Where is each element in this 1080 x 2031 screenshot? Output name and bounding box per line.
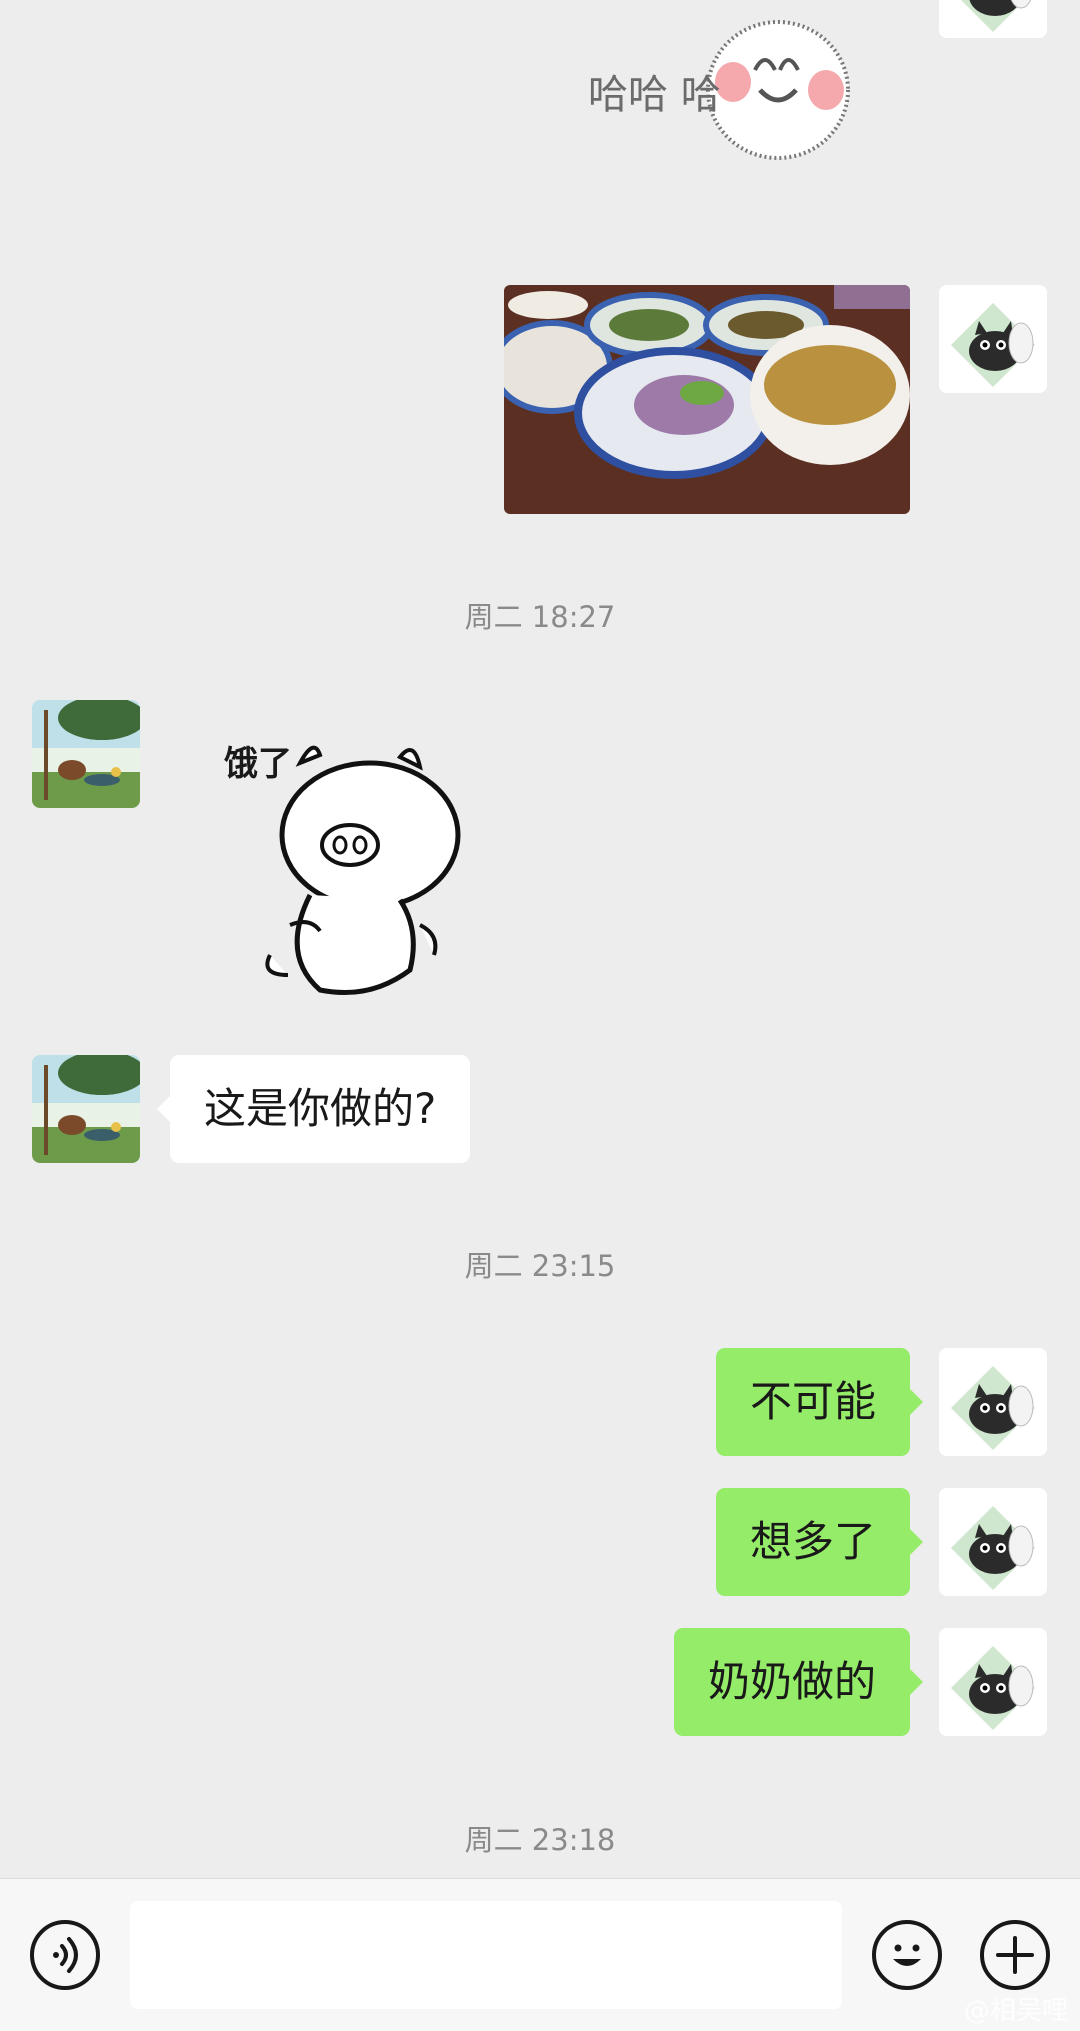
plus-icon [996, 1936, 1034, 1974]
emoji-button[interactable] [872, 1920, 942, 1990]
self-avatar[interactable] [939, 1348, 1047, 1456]
self-avatar[interactable] [939, 1628, 1047, 1736]
timestamp: 周二 18:27 [464, 600, 616, 634]
voice-input-button[interactable] [30, 1920, 100, 1990]
emoji-icon [893, 1944, 921, 1966]
self-avatar[interactable] [939, 285, 1047, 393]
laughing-sticker[interactable]: 哈哈 哈 [580, 10, 910, 180]
voice-icon [53, 1937, 78, 1973]
message-bubble-outgoing[interactable]: 想多了 [715, 1488, 924, 1596]
sticker-text: 饿了 [224, 744, 292, 784]
contact-avatar[interactable] [32, 700, 140, 808]
timestamp: 周二 23:15 [464, 1249, 616, 1283]
pig-sticker[interactable]: 饿了 [210, 735, 480, 1005]
message-input[interactable] [130, 1901, 842, 2009]
sticker-text: 哈哈 哈 [588, 72, 721, 118]
more-button[interactable] [980, 1920, 1050, 1990]
watermark: @相吴哩 [963, 1996, 1068, 2026]
message-bubble-outgoing[interactable]: 不可能 [715, 1348, 924, 1456]
timestamp: 周二 23:18 [464, 1823, 616, 1857]
input-bar: @相吴哩 [0, 1878, 1080, 2031]
food-photo[interactable] [504, 285, 910, 514]
self-avatar[interactable] [939, 1488, 1047, 1596]
message-bubble-outgoing[interactable]: 奶奶做的 [673, 1628, 924, 1736]
contact-avatar[interactable] [32, 1055, 140, 1163]
self-avatar[interactable] [939, 0, 1047, 38]
message-bubble-incoming[interactable]: 这是你做的? [156, 1055, 471, 1163]
